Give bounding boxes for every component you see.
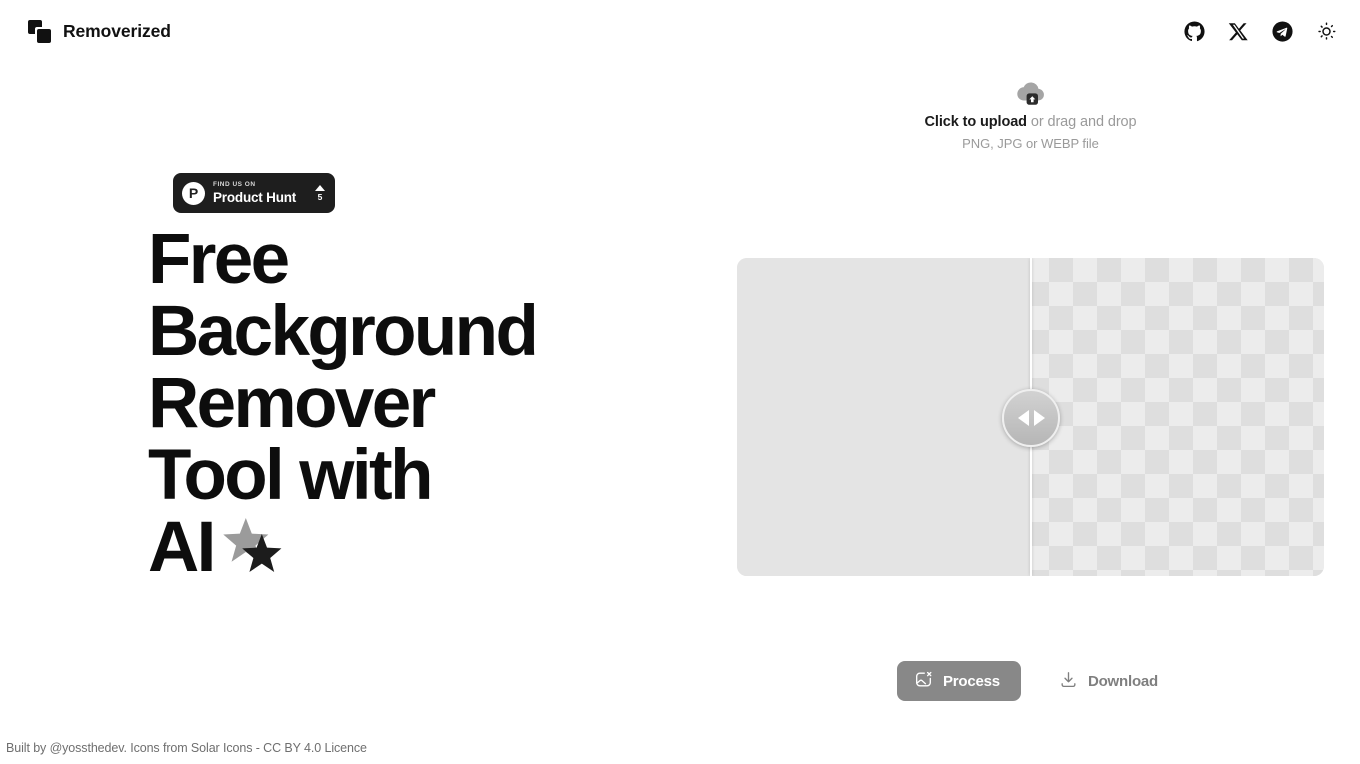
upload-hint-label: or drag and drop [1026, 114, 1137, 130]
product-hunt-kicker: FIND US ON [213, 181, 256, 188]
sun-theme-icon[interactable] [1315, 20, 1338, 43]
download-button-label: Download [1087, 672, 1159, 690]
page-title: Free Background Remover Tool with AI [148, 224, 708, 584]
upload-dropzone[interactable]: Click to upload or drag and drop PNG, JP… [737, 78, 1324, 160]
process-button-label: Process [942, 672, 1000, 690]
download-icon [1059, 670, 1078, 693]
product-hunt-badge[interactable]: P FIND US ON Product Hunt 5 [173, 173, 335, 213]
compare-before-image [737, 258, 1031, 576]
arrow-left-icon [1017, 410, 1029, 426]
product-hunt-mark-icon: P [182, 181, 205, 205]
x-twitter-icon[interactable] [1227, 20, 1250, 43]
process-button[interactable]: Process [896, 661, 1021, 701]
product-hunt-texts: FIND US ON Product Hunt [213, 181, 307, 205]
headline-line-1: Free [148, 220, 290, 299]
image-compare-slider[interactable] [737, 258, 1324, 576]
upload-action-label: Click to upload [924, 114, 1028, 130]
telegram-icon[interactable] [1271, 20, 1294, 43]
compare-slider-handle[interactable] [1002, 389, 1060, 447]
brand-name: Removerized [63, 20, 171, 41]
download-button[interactable]: Download [1053, 661, 1164, 701]
arrow-right-icon [1033, 410, 1045, 426]
github-icon[interactable] [1183, 20, 1206, 43]
headline-line-4: Tool with [148, 436, 433, 515]
image-remove-icon [914, 670, 933, 693]
header-icon-group [1183, 20, 1338, 43]
product-hunt-upvote[interactable]: 5 [315, 184, 325, 202]
upload-primary-text: Click to upload or drag and drop [925, 114, 1137, 130]
headline-line-2: Background [148, 292, 539, 371]
headline-line-3: Remover [148, 364, 436, 443]
action-button-group: Process Download [737, 660, 1324, 702]
brand-logo-link[interactable]: Removerized [28, 19, 171, 43]
cloud-upload-icon [1014, 78, 1048, 108]
overlapping-squares-logo-icon [28, 19, 51, 43]
headline-line-5: AI [148, 508, 216, 587]
upload-formats-label: PNG, JPG or WEBP file [962, 136, 1099, 151]
app-header: Removerized [0, 0, 1360, 62]
upvote-triangle-icon [315, 184, 325, 191]
product-hunt-title: Product Hunt [213, 189, 297, 205]
footer-credit: Built by @yossthedev. Icons from Solar I… [6, 741, 367, 755]
headline-line-5-group: AI [148, 512, 282, 584]
upvote-count: 5 [317, 191, 323, 202]
double-star-sticker-icon [220, 518, 282, 576]
